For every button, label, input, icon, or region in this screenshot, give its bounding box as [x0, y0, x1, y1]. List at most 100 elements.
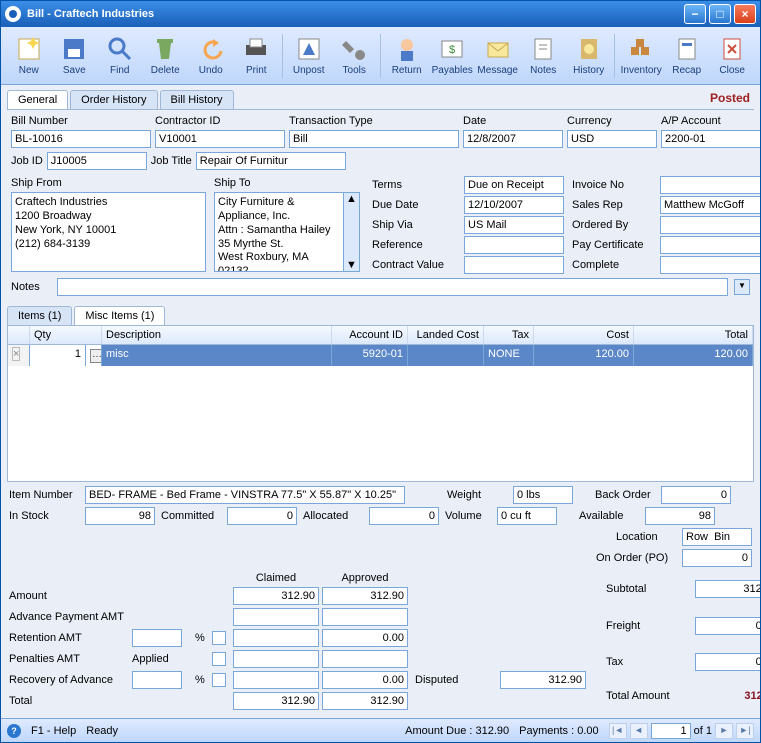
delete-row-icon[interactable]: ×	[12, 347, 20, 361]
rec-claimed-input[interactable]	[233, 671, 319, 689]
ship-to-address[interactable]: City Furniture & Appliance, Inc. Attn : …	[214, 192, 344, 272]
total-approved-input[interactable]	[322, 692, 408, 710]
adv-claimed-input[interactable]	[233, 608, 319, 626]
col-header[interactable]: Landed Cost	[408, 326, 484, 344]
col-header[interactable]: Tax	[484, 326, 534, 344]
return-button[interactable]: Return	[385, 30, 429, 82]
invoice-no-input[interactable]	[660, 176, 760, 194]
contractor-id-input[interactable]	[155, 130, 285, 148]
due-date-input[interactable]	[464, 196, 564, 214]
allocated-label: Allocated	[303, 510, 363, 522]
col-header[interactable]: Cost	[534, 326, 634, 344]
tools-button[interactable]: Tools	[332, 30, 376, 82]
committed-input[interactable]	[227, 507, 297, 525]
ship-via-input[interactable]	[464, 216, 564, 234]
location-input[interactable]	[682, 528, 752, 546]
job-title-input[interactable]	[196, 152, 346, 170]
close-button[interactable]: Close	[710, 30, 754, 82]
tab-order-history[interactable]: Order History	[70, 90, 157, 109]
print-button[interactable]: Print	[235, 30, 279, 82]
ap-account-input[interactable]	[661, 130, 760, 148]
bill-number-input[interactable]	[11, 130, 151, 148]
in-stock-input[interactable]	[85, 507, 155, 525]
date-input[interactable]	[463, 130, 563, 148]
help-icon[interactable]: ?	[7, 724, 21, 738]
reference-input[interactable]	[464, 236, 564, 254]
item-number-input[interactable]	[85, 486, 405, 504]
currency-input[interactable]	[567, 130, 657, 148]
rec-approved-input[interactable]	[322, 671, 408, 689]
job-id-input[interactable]	[47, 152, 147, 170]
available-input[interactable]	[645, 507, 715, 525]
subtotal-input[interactable]	[695, 580, 760, 598]
volume-input[interactable]	[497, 507, 557, 525]
col-header[interactable]: Description	[102, 326, 332, 344]
pen-claimed-input[interactable]	[233, 650, 319, 668]
tab-items-[interactable]: Items (1)	[7, 306, 72, 325]
col-header[interactable]: Total	[634, 326, 753, 344]
minimize-button[interactable]: −	[684, 4, 706, 24]
unpost-button[interactable]: Unpost	[287, 30, 331, 82]
tab-bill-history[interactable]: Bill History	[160, 90, 234, 109]
amount-claimed-input[interactable]	[233, 587, 319, 605]
find-button[interactable]: Find	[98, 30, 142, 82]
penalties-checkbox[interactable]	[212, 652, 226, 666]
message-button[interactable]: Message	[476, 30, 520, 82]
notes-input[interactable]	[57, 278, 728, 296]
col-header[interactable]	[8, 326, 30, 344]
last-page-button[interactable]: ►|	[736, 723, 754, 739]
tab-general[interactable]: General	[7, 90, 68, 109]
retention-pct-input[interactable]	[132, 629, 182, 647]
maximize-button[interactable]: □	[709, 4, 731, 24]
sales-rep-input[interactable]	[660, 196, 760, 214]
on-order-input[interactable]	[682, 549, 752, 567]
ret-approved-input[interactable]	[322, 629, 408, 647]
freight-input[interactable]	[695, 617, 760, 635]
ret-claimed-input[interactable]	[233, 629, 319, 647]
scroll-down-icon[interactable]: ▼	[346, 259, 357, 271]
next-page-button[interactable]: ►	[715, 723, 733, 739]
allocated-input[interactable]	[369, 507, 439, 525]
history-button[interactable]: History	[567, 30, 611, 82]
close-window-button[interactable]: ×	[734, 4, 756, 24]
save-button[interactable]: Save	[53, 30, 97, 82]
recovery-checkbox[interactable]	[212, 673, 226, 687]
scroll-up-icon[interactable]: ▲	[346, 193, 357, 205]
lookup-icon[interactable]: …	[90, 349, 102, 363]
complete-input[interactable]	[660, 256, 760, 274]
ordered-by-input[interactable]	[660, 216, 760, 234]
ship-to-scrollbar[interactable]: ▲▼	[344, 192, 360, 272]
contractor-id-label: Contractor ID	[155, 114, 285, 128]
ship-from-address[interactable]: Craftech Industries 1200 Broadway New Yo…	[11, 192, 206, 272]
pen-approved-input[interactable]	[322, 650, 408, 668]
inventory-button[interactable]: Inventory	[619, 30, 663, 82]
recovery-pct-input[interactable]	[132, 671, 182, 689]
col-header[interactable]: Account ID	[332, 326, 408, 344]
col-header[interactable]: Qty	[30, 326, 102, 344]
page-input[interactable]	[651, 723, 691, 739]
delete-button[interactable]: Delete	[144, 30, 188, 82]
disputed-input[interactable]	[500, 671, 586, 689]
adv-approved-input[interactable]	[322, 608, 408, 626]
notes-dropdown-icon[interactable]: ▼	[734, 279, 750, 295]
grid-row[interactable]: × 1 … misc 5920-01 NONE 120.00 120.00	[8, 345, 753, 366]
amount-approved-input[interactable]	[322, 587, 408, 605]
first-page-button[interactable]: |◄	[609, 723, 627, 739]
total-claimed-input[interactable]	[233, 692, 319, 710]
retention-checkbox[interactable]	[212, 631, 226, 645]
back-order-input[interactable]	[661, 486, 731, 504]
tax-input[interactable]	[695, 653, 760, 671]
committed-label: Committed	[161, 510, 221, 522]
tab-misc-items-[interactable]: Misc Items (1)	[74, 306, 165, 325]
transaction-type-input[interactable]	[289, 130, 459, 148]
terms-input[interactable]	[464, 176, 564, 194]
undo-button[interactable]: Undo	[189, 30, 233, 82]
contract-value-input[interactable]	[464, 256, 564, 274]
recap-button[interactable]: Recap	[665, 30, 709, 82]
prev-page-button[interactable]: ◄	[630, 723, 648, 739]
payables-button[interactable]: $Payables	[430, 30, 474, 82]
notes-button[interactable]: Notes	[521, 30, 565, 82]
new-button[interactable]: New	[7, 30, 51, 82]
weight-input[interactable]	[513, 486, 573, 504]
pay-certificate-input[interactable]	[660, 236, 760, 254]
